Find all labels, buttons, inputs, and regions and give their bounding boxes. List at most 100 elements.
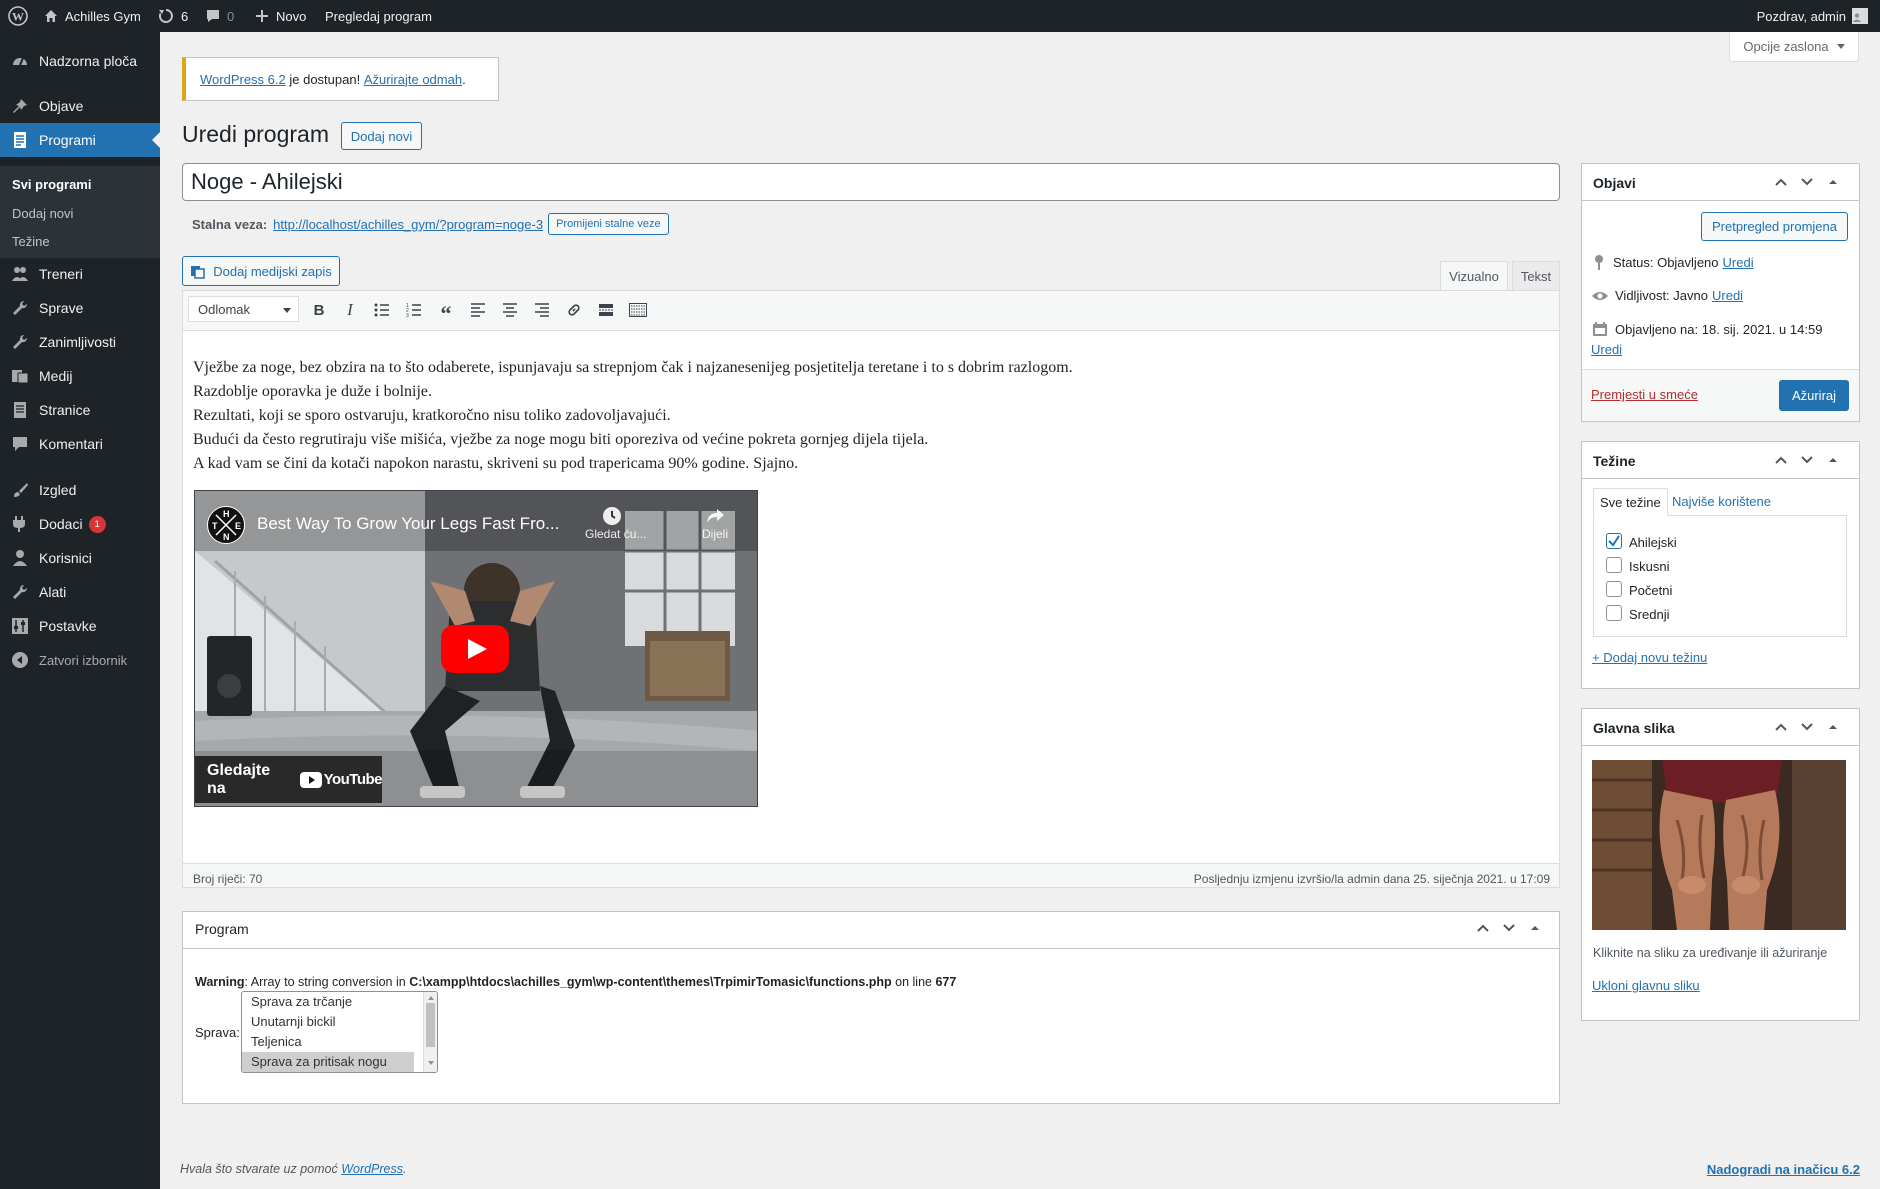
italic-button[interactable]: I [337,298,363,322]
tab-all-tezine[interactable]: Sve težine [1593,488,1668,516]
numbered-list-button[interactable]: 123 [401,298,427,322]
permalink-url[interactable]: http://localhost/achilles_gym/?program=n… [273,217,543,232]
align-left-button[interactable] [465,298,491,322]
align-right-button[interactable] [529,298,555,322]
submenu-svi-programi[interactable]: Svi programi [12,177,91,192]
checkbox-ahilejski[interactable] [1606,533,1622,549]
sidebar-item-zanimljivosti[interactable]: Zanimljivosti [0,325,160,359]
toolbar-toggle-button[interactable] [625,298,651,322]
media-icon [10,366,30,386]
submenu-tezine[interactable]: Težine [12,234,50,249]
video-title[interactable]: Best Way To Grow Your Legs Fast Fro... [257,514,559,534]
read-more-button[interactable] [593,298,619,322]
format-select[interactable]: Odlomak [188,296,299,322]
wordpress-logo-icon[interactable]: W [8,0,34,32]
youtube-embed[interactable]: H T E N Best Way To Grow Your Legs Fast … [194,490,758,807]
checkbox-iskusni[interactable] [1606,557,1622,573]
share-button[interactable]: Dijeli [690,505,740,541]
play-button[interactable] [441,625,509,673]
move-down-icon[interactable] [1800,720,1814,734]
sidebar-item-medij[interactable]: Medij [0,359,160,393]
post-title-input[interactable] [182,163,1560,201]
editor-content[interactable]: Vježbe za noge, bez obzira na to što oda… [193,356,1073,476]
my-account-link[interactable]: Pozdrav, admin [1757,0,1868,32]
footer-wordpress-link[interactable]: WordPress [341,1162,403,1176]
toggle-panel-icon[interactable] [1528,921,1542,935]
move-up-icon[interactable] [1476,921,1490,935]
program-metabox-header [183,912,1559,949]
sidebar-item-stranice[interactable]: Stranice [0,393,160,427]
share-label: Dijeli [701,527,728,541]
comments-link[interactable]: 0 [205,0,234,32]
comment-icon [10,434,30,454]
youtube-wordmark: YouTube [323,771,383,788]
edit-visibility-link[interactable]: Uredi [1712,288,1743,303]
view-program-link[interactable]: Pregledaj program [325,0,432,32]
checkbox-pocetni[interactable] [1606,581,1622,597]
sidebar-item-treneri[interactable]: Treneri [0,257,160,291]
updates-link[interactable]: 6 [157,0,188,32]
bullet-list-button[interactable] [369,298,395,322]
new-content-link[interactable]: Novo [254,0,306,32]
tab-popular-tezine[interactable]: Najviše korištene [1672,494,1771,509]
sidebar-item-korisnici[interactable]: Korisnici [0,541,160,575]
logo-letter: N [223,532,230,542]
toggle-panel-icon[interactable] [1826,720,1840,734]
sidebar-item-label: Objave [39,98,84,114]
blockquote-button[interactable]: “ [433,298,459,326]
sprava-option[interactable]: Sprava za trčanje [242,992,437,1012]
sprava-option[interactable]: Unutarnji bickil [242,1012,437,1032]
upgrade-link[interactable]: Nadogradi na inačicu 6.2 [1707,1162,1860,1177]
change-permalink-button[interactable]: Promijeni stalne veze [548,213,669,235]
sidebar-item-dashboard[interactable]: Nadzorna ploča [0,44,160,78]
sidebar-item-alati[interactable]: Alati [0,575,160,609]
sprava-option-selected[interactable]: Sprava za pritisak nogu [242,1052,414,1072]
select-scrollbar[interactable] [423,992,437,1072]
sidebar-item-komentari[interactable]: Komentari [0,427,160,461]
sprava-option[interactable]: Teljenica [242,1032,437,1052]
tab-visual[interactable]: Vizualno [1440,261,1508,290]
edit-date-link[interactable]: Uredi [1591,342,1622,357]
screen-options-button[interactable]: Opcije zaslona [1729,32,1859,62]
link-button[interactable] [561,298,587,322]
update-now-link[interactable]: Ažurirajte odmah [364,72,462,87]
align-center-button[interactable] [497,298,523,322]
sidebar-item-sprave[interactable]: Sprave [0,291,160,325]
sprava-select[interactable]: Sprava za trčanje Unutarnji bickil Telje… [241,991,438,1073]
move-up-icon[interactable] [1774,720,1788,734]
wordpress-version-link[interactable]: WordPress 6.2 [200,72,286,87]
sidebar-item-programi[interactable]: Programi [0,123,160,157]
sidebar-item-dodaci[interactable]: Dodaci 1 [0,507,160,541]
preview-changes-button[interactable]: Pretpregled promjena [1701,212,1848,241]
tab-text[interactable]: Tekst [1512,261,1560,290]
move-down-icon[interactable] [1502,921,1516,935]
add-new-button[interactable]: Dodaj novi [341,122,422,150]
toggle-panel-icon[interactable] [1826,453,1840,467]
sidebar-item-label: Programi [39,132,96,148]
sidebar-item-objave[interactable]: Objave [0,89,160,123]
move-down-icon[interactable] [1800,453,1814,467]
remove-featured-image-link[interactable]: Ukloni glavnu sliku [1592,978,1700,993]
move-up-icon[interactable] [1774,453,1788,467]
site-name-link[interactable]: Achilles Gym [43,0,141,32]
submenu-dodaj-novi[interactable]: Dodaj novi [12,206,73,221]
bold-button[interactable]: B [306,298,332,322]
move-up-icon[interactable] [1774,175,1788,189]
watch-later-button[interactable]: Gledat ću... [585,505,646,541]
checkbox-srednji[interactable] [1606,605,1622,621]
sidebar-collapse[interactable]: Zatvori izbornik [0,643,160,677]
watch-on-youtube-button[interactable]: Gledajte na YouTube [195,756,383,803]
sidebar-item-izgled[interactable]: Izgled [0,473,160,507]
status-value: Objavljeno [1657,254,1719,270]
php-warning: Warning: Array to string conversion in C… [195,975,956,989]
featured-image[interactable] [1592,760,1846,930]
svg-text:W: W [12,10,24,24]
add-new-tezina-link[interactable]: + Dodaj novu težinu [1592,650,1707,665]
move-to-trash-link[interactable]: Premjesti u smeće [1591,387,1698,402]
add-media-button[interactable]: Dodaj medijski zapis [182,256,340,286]
update-button[interactable]: Ažuriraj [1779,380,1849,411]
edit-status-link[interactable]: Uredi [1723,255,1754,270]
toggle-panel-icon[interactable] [1826,175,1840,189]
sidebar-item-postavke[interactable]: Postavke [0,609,160,643]
move-down-icon[interactable] [1800,175,1814,189]
